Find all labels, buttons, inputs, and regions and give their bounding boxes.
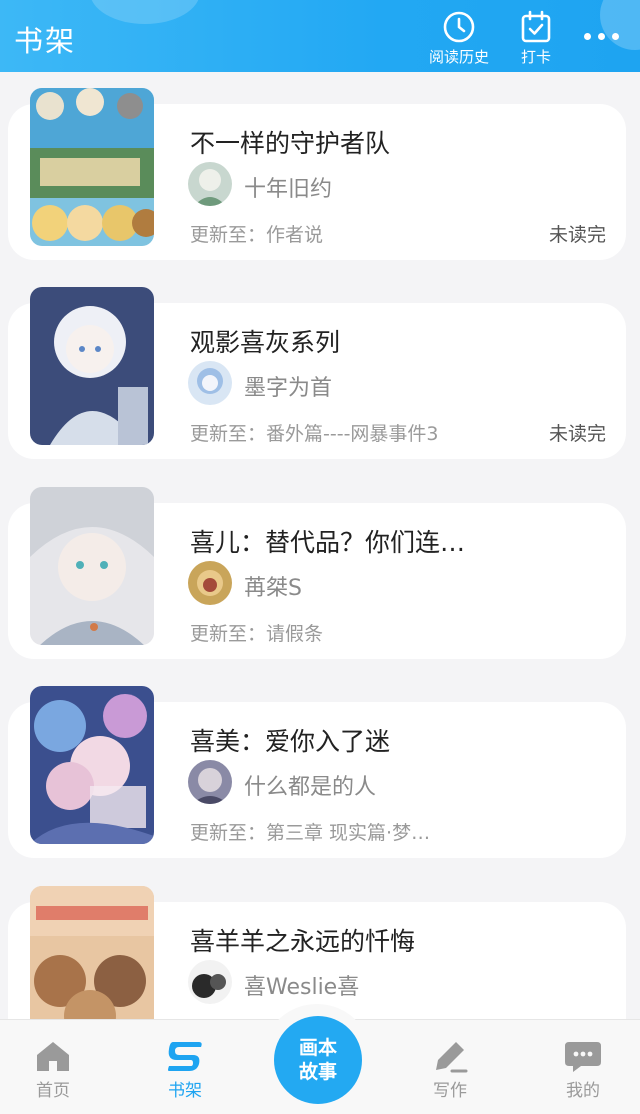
latest-update: 更新至：请假条 bbox=[190, 623, 324, 645]
story-circle[interactable]: 画本 故事 bbox=[274, 1016, 362, 1104]
decor-bubble bbox=[90, 0, 200, 24]
latest-update: 更新至：第三章 现实篇·梦… bbox=[190, 822, 431, 844]
checkin-label: 打卡 bbox=[520, 48, 551, 66]
nav-bookshelf[interactable]: 书架 bbox=[145, 1038, 225, 1101]
story-label-line2: 故事 bbox=[298, 1061, 337, 1083]
author-avatar[interactable] bbox=[188, 162, 232, 206]
nav-story-button[interactable]: 画本 故事 bbox=[262, 1004, 372, 1114]
reading-history-button[interactable]: 阅读历史 bbox=[426, 10, 492, 67]
author-name: 墨字为首 bbox=[244, 376, 333, 401]
nav-bookshelf-label: 书架 bbox=[168, 1081, 202, 1101]
more-dot-icon bbox=[612, 33, 619, 40]
pen-icon bbox=[436, 1042, 468, 1073]
latest-update: 更新至：番外篇----网暴事件3 bbox=[190, 423, 439, 445]
book-title: 观影喜灰系列 bbox=[190, 328, 341, 357]
nav-write-label: 写作 bbox=[433, 1081, 467, 1101]
checkin-button[interactable]: 打卡 bbox=[512, 10, 560, 67]
book-cover[interactable] bbox=[30, 88, 154, 246]
author-name: 十年旧约 bbox=[244, 177, 333, 202]
book-cover[interactable] bbox=[30, 686, 154, 844]
author-name: 什么都是的人 bbox=[244, 775, 377, 800]
author-name: 苒桀S bbox=[244, 576, 302, 601]
nav-home[interactable]: 首页 bbox=[13, 1038, 93, 1101]
nav-write[interactable]: 写作 bbox=[410, 1038, 490, 1101]
clock-icon bbox=[443, 11, 475, 43]
nav-mine[interactable]: 我的 bbox=[543, 1038, 623, 1101]
more-menu-button[interactable] bbox=[582, 26, 622, 46]
reading-history-label: 阅读历史 bbox=[428, 48, 489, 66]
nav-home-label: 首页 bbox=[36, 1081, 70, 1101]
read-status: 未读完 bbox=[548, 423, 606, 445]
book-title: 不一样的守护者队 bbox=[190, 129, 391, 158]
book-cover[interactable] bbox=[30, 487, 154, 645]
story-label-line1: 画本 bbox=[298, 1037, 337, 1059]
book-title: 喜美：爱你入了迷 bbox=[190, 727, 391, 756]
page-title: 书架 bbox=[14, 24, 77, 58]
top-app-bar: 书架 阅读历史 打卡 bbox=[0, 0, 640, 72]
calendar-check-icon bbox=[521, 10, 551, 43]
author-avatar[interactable] bbox=[188, 361, 232, 405]
bottom-nav-bar: 首页 书架 画本 故事 写作 我的 bbox=[0, 1004, 640, 1114]
book-title: 喜儿：替代品？你们连… bbox=[190, 528, 466, 557]
latest-update: 更新至：作者说 bbox=[190, 224, 324, 246]
more-dot-icon bbox=[584, 33, 591, 40]
book-title: 喜羊羊之永远的忏悔 bbox=[190, 927, 416, 956]
home-icon bbox=[37, 1042, 69, 1071]
read-status: 未读完 bbox=[548, 224, 606, 246]
chat-bubble-icon bbox=[565, 1042, 601, 1072]
author-avatar[interactable] bbox=[188, 561, 232, 605]
author-avatar[interactable] bbox=[188, 960, 232, 1004]
author-avatar[interactable] bbox=[188, 760, 232, 804]
nav-mine-label: 我的 bbox=[566, 1081, 600, 1101]
more-dot-icon bbox=[598, 33, 605, 40]
book-cover[interactable] bbox=[30, 287, 154, 445]
author-name: 喜Weslie喜 bbox=[244, 975, 360, 1000]
bookshelf-icon bbox=[168, 1042, 202, 1071]
